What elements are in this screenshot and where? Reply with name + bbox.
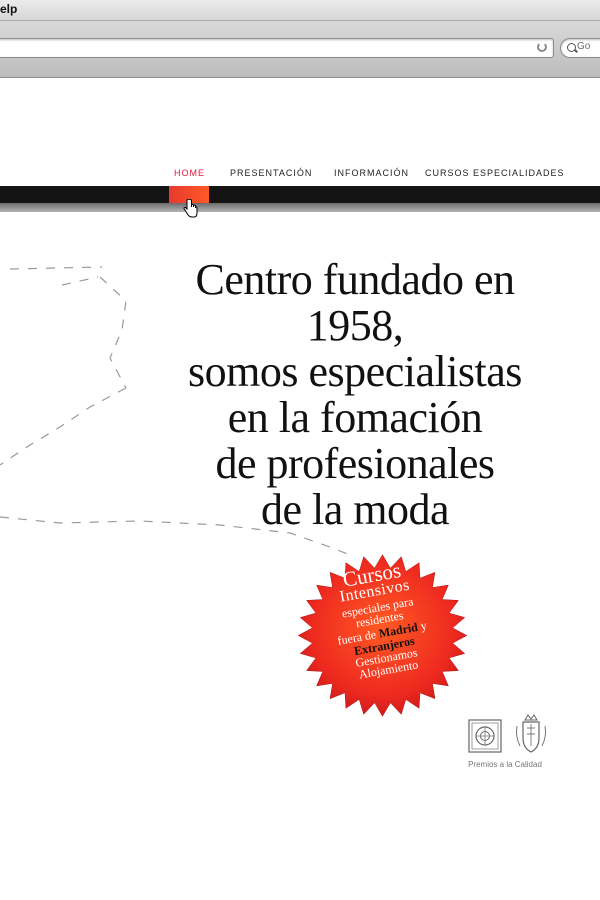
cursos-intensivos-badge[interactable]: Cursos Intensivos especiales para reside…	[290, 548, 475, 723]
headline-line: de profesionales	[215, 439, 495, 488]
headline: Centro fundado en 1958, somos especialis…	[140, 257, 570, 533]
site-nav: HOME PRESENTACIÓN INFORMACIÓN CURSOS ESP…	[0, 168, 600, 182]
help-menu[interactable]: elp	[0, 2, 17, 16]
search-placeholder: Go	[577, 41, 591, 52]
headline-line: Centro fundado en	[195, 255, 515, 304]
browser-search-field[interactable]: Go	[560, 38, 600, 58]
nav-bar	[0, 186, 600, 203]
certificate-seal-icon[interactable]	[468, 719, 502, 753]
crown-crest-icon[interactable]	[514, 712, 548, 756]
nav-home[interactable]: HOME	[174, 168, 205, 178]
nav-bar-shadow	[0, 203, 600, 212]
browser-toolbar: Go	[0, 21, 600, 78]
url-field[interactable]	[0, 38, 554, 58]
browser-menubar: elp	[0, 0, 600, 21]
headline-line: 1958,	[306, 301, 404, 350]
nav-presentacion[interactable]: PRESENTACIÓN	[230, 168, 312, 178]
headline-line: en la fomación	[227, 393, 483, 442]
reload-icon[interactable]	[537, 42, 547, 52]
nav-informacion[interactable]: INFORMACIÓN	[334, 168, 409, 178]
awards-label: Premios a la Calidad	[468, 760, 542, 769]
search-icon	[567, 43, 576, 52]
headline-line: somos especialistas	[188, 347, 522, 396]
hand-cursor-icon	[183, 199, 198, 218]
badge-text: Cursos Intensivos especiales para reside…	[276, 533, 489, 737]
nav-cursos-especialidades[interactable]: CURSOS ESPECIALIDADES	[425, 168, 565, 178]
headline-line: de la moda	[260, 485, 450, 534]
